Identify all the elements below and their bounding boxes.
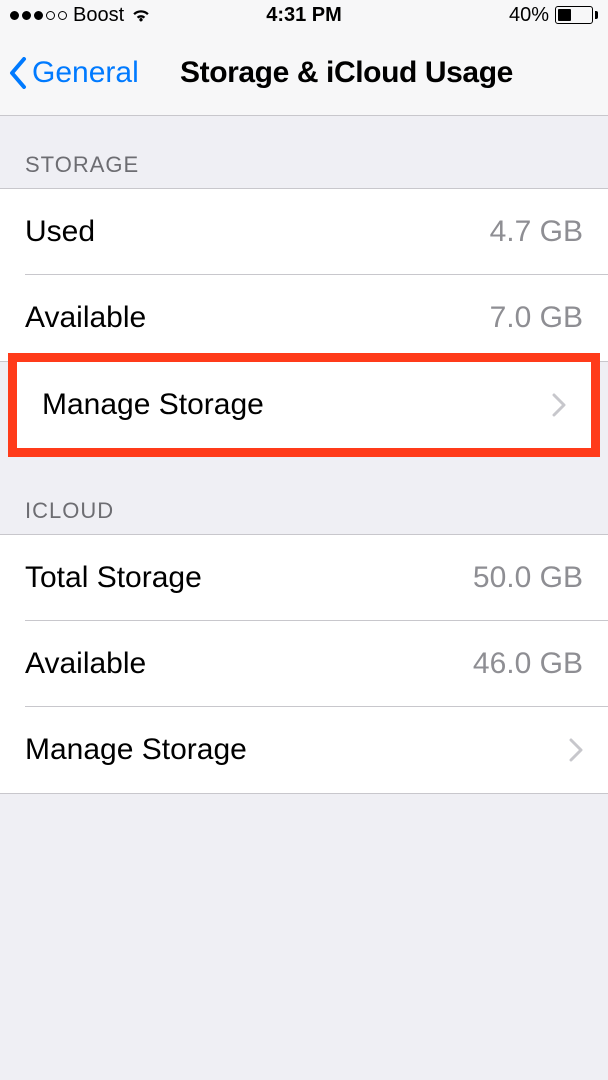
status-bar: Boost 4:31 PM 40% <box>0 0 608 30</box>
carrier-label: Boost <box>73 4 124 27</box>
storage-used-row: Used 4.7 GB <box>0 189 608 275</box>
page-title: Storage & iCloud Usage <box>180 56 513 90</box>
cell-value: 46.0 GB <box>473 647 583 681</box>
time-label: 4:31 PM <box>266 4 342 27</box>
battery-percent: 40% <box>509 4 549 27</box>
icloud-available-row: Available 46.0 GB <box>0 621 608 707</box>
cell-value: 4.7 GB <box>490 215 583 249</box>
chevron-right-icon <box>569 738 583 762</box>
status-left: Boost <box>10 4 152 27</box>
cell-label: Total Storage <box>25 561 202 595</box>
signal-dots-icon <box>10 11 67 20</box>
chevron-left-icon <box>8 57 28 89</box>
storage-group: Used 4.7 GB Available 7.0 GB <box>0 188 608 362</box>
highlight-annotation: Manage Storage <box>8 353 600 457</box>
icloud-total-row: Total Storage 50.0 GB <box>0 535 608 621</box>
cell-label: Available <box>25 647 146 681</box>
storage-available-row: Available 7.0 GB <box>0 275 608 361</box>
battery-icon <box>555 6 598 24</box>
cell-label: Manage Storage <box>42 388 264 422</box>
status-right: 40% <box>509 4 598 27</box>
cell-label: Manage Storage <box>25 733 247 767</box>
section-header-icloud: ICLOUD <box>0 448 608 534</box>
cell-label: Available <box>25 301 146 335</box>
wifi-icon <box>130 7 152 23</box>
cell-value: 50.0 GB <box>473 561 583 595</box>
back-label: General <box>32 56 139 90</box>
icloud-group: Total Storage 50.0 GB Available 46.0 GB … <box>0 534 608 794</box>
manage-storage-button[interactable]: Manage Storage <box>17 362 591 448</box>
section-header-storage: STORAGE <box>0 116 608 188</box>
cell-value: 7.0 GB <box>490 301 583 335</box>
nav-bar: General Storage & iCloud Usage <box>0 30 608 116</box>
back-button[interactable]: General <box>8 56 139 90</box>
chevron-right-icon <box>552 393 566 417</box>
cell-label: Used <box>25 215 95 249</box>
manage-icloud-storage-button[interactable]: Manage Storage <box>0 707 608 793</box>
